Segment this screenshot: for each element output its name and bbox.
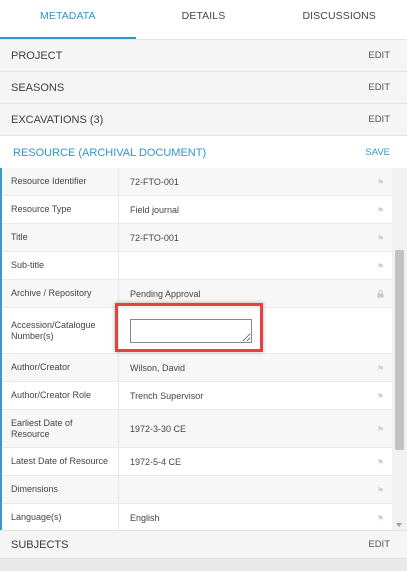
section-seasons-title: SEASONS — [11, 81, 65, 94]
tab-bar: METADATA DETAILS DISCUSSIONS — [0, 0, 407, 40]
field-value-text: 72-FTO-001 — [130, 232, 179, 243]
section-resource-title: RESOURCE (ARCHIVAL DOCUMENT) — [13, 146, 207, 159]
field-value-text: Trench Supervisor — [130, 390, 204, 401]
scroll-down-arrow-icon[interactable] — [396, 523, 402, 527]
tab-details[interactable]: DETAILS — [136, 0, 272, 39]
flag-icon[interactable]: ⚑ — [377, 514, 384, 523]
field-row-resource-identifier[interactable]: Resource Identifier 72-FTO-001 ⚑ — [2, 168, 392, 196]
field-value-text: Field journal — [130, 204, 180, 215]
field-value-text: Pending Approval — [130, 288, 201, 299]
field-value-text: 72-FTO-001 — [130, 176, 179, 187]
fields-scrollbar[interactable] — [392, 168, 407, 530]
lock-icon — [377, 289, 384, 297]
project-edit-button[interactable]: EDIT — [368, 50, 390, 61]
flag-icon[interactable]: ⚑ — [377, 364, 384, 373]
section-resource: RESOURCE (ARCHIVAL DOCUMENT) SAVE — [0, 136, 407, 170]
field-row-accession-number[interactable]: Accession/Catalogue Number(s) — [2, 308, 392, 354]
section-subjects: SUBJECTS EDIT — [0, 530, 407, 558]
scrollbar-thumb[interactable] — [395, 250, 404, 450]
section-project-title: PROJECT — [11, 49, 63, 62]
section-excavations-title: EXCAVATIONS (3) — [11, 113, 104, 126]
excavations-edit-button[interactable]: EDIT — [368, 114, 390, 125]
field-label: Sub-title — [2, 252, 119, 279]
subjects-edit-button[interactable]: EDIT — [368, 539, 390, 550]
field-row-latest-date[interactable]: Latest Date of Resource 1972-5-4 CE ⚑ — [2, 448, 392, 476]
flag-icon[interactable]: ⚑ — [377, 425, 384, 434]
flag-icon[interactable]: ⚑ — [377, 458, 384, 467]
field-label: Resource Type — [2, 196, 119, 223]
field-value-text: 1972-3-30 CE — [130, 423, 187, 434]
field-row-author-creator-role[interactable]: Author/Creator Role Trench Supervisor ⚑ — [2, 382, 392, 410]
field-row-languages[interactable]: Language(s) English ⚑ — [2, 504, 392, 530]
flag-icon[interactable]: ⚑ — [377, 206, 384, 215]
field-label: Earliest Date of Resource — [2, 410, 119, 447]
field-label: Title — [2, 224, 119, 251]
field-value[interactable]: 72-FTO-001 ⚑ — [119, 168, 392, 195]
section-excavations: EXCAVATIONS (3) EDIT — [0, 104, 407, 136]
field-value-text: Wilson, David — [130, 362, 186, 373]
section-seasons: SEASONS EDIT — [0, 72, 407, 104]
resource-fields-list: Resource Identifier 72-FTO-001 ⚑ Resource… — [0, 168, 392, 530]
flag-icon[interactable]: ⚑ — [377, 392, 384, 401]
field-label: Dimensions — [2, 476, 119, 503]
field-value[interactable]: ⚑ — [119, 476, 392, 503]
field-label: Author/Creator Role — [2, 382, 119, 409]
field-row-author-creator[interactable]: Author/Creator Wilson, David ⚑ — [2, 354, 392, 382]
field-value[interactable]: Pending Approval — [119, 280, 392, 307]
field-label: Resource Identifier — [2, 168, 119, 195]
field-value[interactable]: Wilson, David ⚑ — [119, 354, 392, 381]
field-value[interactable]: 1972-3-30 CE ⚑ — [119, 410, 392, 447]
flag-icon[interactable]: ⚑ — [377, 262, 384, 271]
field-label: Language(s) — [2, 504, 119, 530]
field-value-text: 1972-5-4 CE — [130, 456, 182, 467]
field-row-resource-type[interactable]: Resource Type Field journal ⚑ — [2, 196, 392, 224]
field-label: Archive / Repository — [2, 280, 119, 307]
field-row-sub-title[interactable]: Sub-title ⚑ — [2, 252, 392, 280]
field-value[interactable]: 72-FTO-001 ⚑ — [119, 224, 392, 251]
field-value[interactable]: 1972-5-4 CE ⚑ — [119, 448, 392, 475]
field-value-text: English — [130, 512, 160, 523]
flag-icon[interactable]: ⚑ — [377, 234, 384, 243]
field-row-title[interactable]: Title 72-FTO-001 ⚑ — [2, 224, 392, 252]
field-label: Latest Date of Resource — [2, 448, 119, 475]
field-value[interactable]: ⚑ — [119, 252, 392, 279]
field-value[interactable]: Field journal ⚑ — [119, 196, 392, 223]
accession-number-input[interactable] — [130, 318, 252, 343]
field-label: Author/Creator — [2, 354, 119, 381]
field-row-earliest-date[interactable]: Earliest Date of Resource 1972-3-30 CE ⚑ — [2, 410, 392, 448]
bottom-strip — [0, 558, 407, 571]
tab-metadata[interactable]: METADATA — [0, 0, 136, 39]
tab-discussions[interactable]: DISCUSSIONS — [271, 0, 407, 39]
field-label: Accession/Catalogue Number(s) — [2, 308, 119, 353]
section-project: PROJECT EDIT — [0, 40, 407, 72]
field-value[interactable]: Trench Supervisor ⚑ — [119, 382, 392, 409]
field-value[interactable]: English ⚑ — [119, 504, 392, 530]
resource-save-button[interactable]: SAVE — [365, 147, 390, 158]
field-row-dimensions[interactable]: Dimensions ⚑ — [2, 476, 392, 504]
flag-icon[interactable]: ⚑ — [377, 178, 384, 187]
section-subjects-title: SUBJECTS — [11, 538, 69, 551]
field-row-archive-repository[interactable]: Archive / Repository Pending Approval — [2, 280, 392, 308]
flag-icon[interactable]: ⚑ — [377, 486, 384, 495]
field-value[interactable] — [119, 308, 392, 353]
seasons-edit-button[interactable]: EDIT — [368, 82, 390, 93]
